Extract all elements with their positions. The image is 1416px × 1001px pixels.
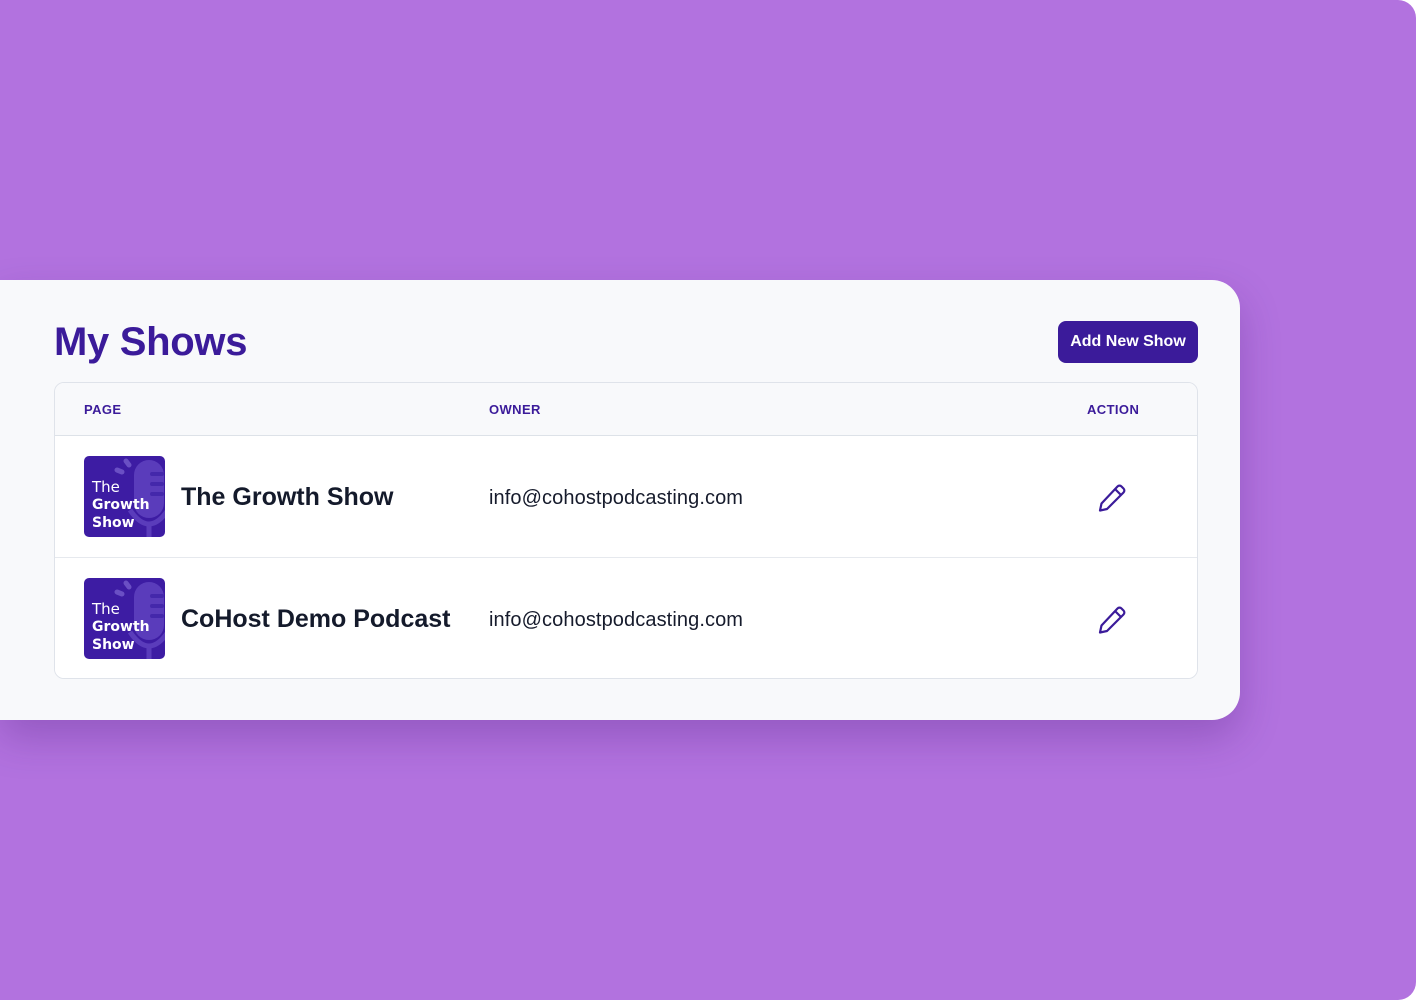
thumbnail-text-line3: Show: [92, 515, 135, 531]
thumbnail-text-line2: Growth: [92, 619, 150, 635]
thumbnail-text-line1: The: [92, 600, 120, 618]
shows-table: PAGE OWNER ACTION The Growth Show The Gr…: [54, 382, 1198, 679]
column-header-action: ACTION: [1087, 402, 1140, 417]
pencil-icon[interactable]: [1095, 481, 1129, 515]
table-row: The Growth Show The Growth Show info@coh…: [55, 436, 1197, 558]
pencil-icon[interactable]: [1095, 603, 1129, 637]
column-header-owner: OWNER: [489, 402, 541, 417]
thumbnail-text-line1: The: [92, 478, 120, 496]
column-header-page: PAGE: [84, 402, 122, 417]
thumbnail-text-line3: Show: [92, 637, 135, 653]
show-name[interactable]: CoHost Demo Podcast: [181, 604, 450, 634]
owner-email: info@cohostpodcasting.com: [489, 487, 744, 509]
thumbnail-text-line2: Growth: [92, 497, 150, 513]
show-thumbnail: The Growth Show: [84, 456, 165, 537]
table-row: The Growth Show CoHost Demo Podcast info…: [55, 558, 1197, 678]
add-new-show-button[interactable]: Add New Show: [1058, 321, 1198, 363]
table-header: PAGE OWNER ACTION: [55, 383, 1197, 436]
show-name[interactable]: The Growth Show: [181, 482, 394, 512]
show-thumbnail: The Growth Show: [84, 578, 165, 659]
page-title: My Shows: [54, 320, 248, 364]
page-background: My Shows Add New Show PAGE OWNER ACTION: [0, 0, 1416, 1000]
owner-email: info@cohostpodcasting.com: [489, 609, 744, 631]
